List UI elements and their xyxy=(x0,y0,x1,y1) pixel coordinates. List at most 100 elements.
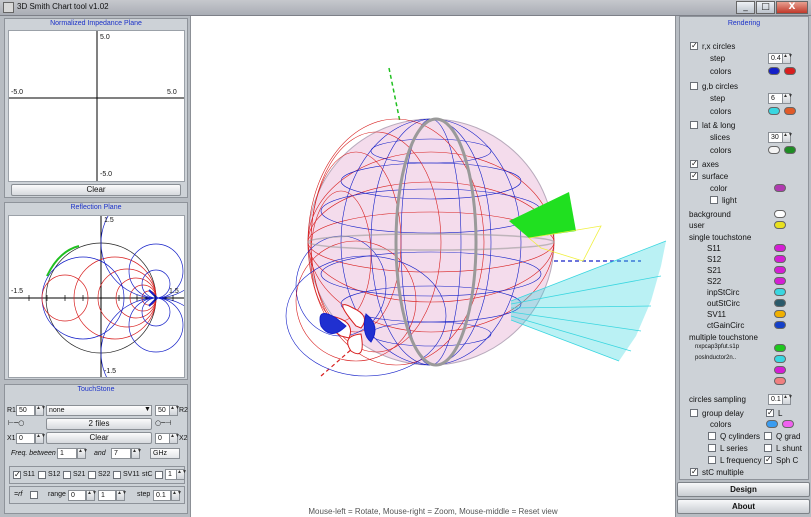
gb-color-2-swatch[interactable] xyxy=(784,107,796,115)
x1-spinner[interactable]: ▲▼ xyxy=(35,433,46,444)
rx-step-input[interactable]: 0.4 xyxy=(768,53,783,64)
group-delay-label: group delay xyxy=(702,409,744,418)
3d-view[interactable] xyxy=(191,16,675,517)
single-ctgaincirc-label: ctGainCirc xyxy=(707,321,745,330)
single-outstcirc-swatch[interactable] xyxy=(774,299,786,307)
range-from-input[interactable]: 0 xyxy=(68,490,86,501)
l-checkbox[interactable]: ✓ xyxy=(766,409,774,417)
l-color-1-swatch[interactable] xyxy=(766,420,778,428)
latlong-color-1-swatch[interactable] xyxy=(768,146,780,154)
single-sv11-label: SV11 xyxy=(707,310,726,319)
single-s22-label: S22 xyxy=(707,277,722,286)
rx-step-spinner[interactable]: ▲▼ xyxy=(782,53,793,64)
touchstone-file-select[interactable]: none xyxy=(46,405,152,416)
freq-from-spinner[interactable]: ▲▼ xyxy=(77,448,88,459)
r2-spinner[interactable]: ▲▼ xyxy=(169,405,180,416)
reflection-plot[interactable]: 1.5 -1.5 1.5 -1.5 xyxy=(8,187,212,409)
impedance-clear-button[interactable]: Clear xyxy=(11,184,181,196)
x2-input[interactable]: 0 xyxy=(155,433,170,444)
multiple-file-2-label: poslnductor2n.. xyxy=(695,355,737,361)
latlong-color-2-swatch[interactable] xyxy=(784,146,796,154)
close-button[interactable]: X xyxy=(776,1,808,14)
l-shunt-checkbox[interactable] xyxy=(764,444,772,452)
range-from-spinner[interactable]: ▲▼ xyxy=(86,490,97,501)
rx-circles-checkbox[interactable]: ✓ xyxy=(690,42,698,50)
latlong-checkbox[interactable] xyxy=(690,121,698,129)
rf-checkbox[interactable] xyxy=(30,491,38,499)
rx-color-1-swatch[interactable] xyxy=(768,67,780,75)
single-ctgaincirc-swatch[interactable] xyxy=(774,321,786,329)
parameter-group: ✓ S11 S12 S21 S22 SV11 stC 1 ▲▼ xyxy=(9,466,187,484)
design-button[interactable]: Design xyxy=(677,482,810,497)
multiple-file-4-swatch[interactable] xyxy=(774,377,786,385)
r1-spinner[interactable]: ▲▼ xyxy=(35,405,46,416)
touchstone-clear-button[interactable]: Clear xyxy=(46,432,152,444)
slices-spinner[interactable]: ▲▼ xyxy=(782,132,793,143)
circles-sampling-input[interactable]: 0.1 xyxy=(768,394,783,405)
axes-checkbox[interactable]: ✓ xyxy=(690,160,698,168)
r2-input[interactable]: 50 xyxy=(155,405,170,416)
stc-spinner[interactable]: ▲▼ xyxy=(176,469,187,480)
files-button[interactable]: 2 files xyxy=(46,418,152,430)
freq-unit-select[interactable]: GHz xyxy=(150,448,180,459)
gb-color-1-swatch[interactable] xyxy=(768,107,780,115)
s11-checkbox[interactable]: ✓ xyxy=(13,471,21,479)
q-grad-checkbox[interactable] xyxy=(764,432,772,440)
stc-multiple-checkbox[interactable]: ✓ xyxy=(690,468,698,476)
circles-sampling-label: circles sampling xyxy=(689,395,746,404)
freq-to-spinner[interactable]: ▲▼ xyxy=(131,448,142,459)
freq-to-input[interactable]: 7 xyxy=(111,448,131,459)
sv11-checkbox[interactable] xyxy=(113,471,121,479)
single-sv11-swatch[interactable] xyxy=(774,310,786,318)
r1-input[interactable]: 50 xyxy=(16,405,35,416)
q-cylinders-checkbox[interactable] xyxy=(708,432,716,440)
single-s22-swatch[interactable] xyxy=(774,277,786,285)
multiple-file-1-swatch[interactable] xyxy=(774,344,786,352)
surface-color-swatch[interactable] xyxy=(774,184,786,192)
s22-checkbox[interactable] xyxy=(88,471,96,479)
l-series-checkbox[interactable] xyxy=(708,444,716,452)
smith-sphere-render xyxy=(285,67,667,377)
single-inpstcirc-swatch[interactable] xyxy=(774,288,786,296)
range-to-spinner[interactable]: ▲▼ xyxy=(116,490,127,501)
gb-circles-checkbox[interactable] xyxy=(690,82,698,90)
user-color-swatch[interactable] xyxy=(774,221,786,229)
range-to-input[interactable]: 1 xyxy=(98,490,116,501)
stc-checkbox[interactable] xyxy=(155,471,163,479)
reflection-tick-top: 1.5 xyxy=(104,217,114,224)
about-button[interactable]: About xyxy=(677,499,810,514)
single-s12-swatch[interactable] xyxy=(774,255,786,263)
impedance-plot[interactable]: 5.0 -5.0 5.0 -5.0 xyxy=(8,30,185,182)
multiple-file-3-swatch[interactable] xyxy=(774,366,786,374)
single-s21-swatch[interactable] xyxy=(774,266,786,274)
background-color-swatch[interactable] xyxy=(774,210,786,218)
freq-from-input[interactable]: 1 xyxy=(57,448,77,459)
circles-sampling-spinner[interactable]: ▲▼ xyxy=(782,394,793,405)
l-color-2-swatch[interactable] xyxy=(782,420,794,428)
sph-c-checkbox[interactable]: ✓ xyxy=(764,456,772,464)
slices-input[interactable]: 30 xyxy=(768,132,783,143)
minimize-button[interactable]: _ xyxy=(736,1,755,14)
s12-checkbox[interactable] xyxy=(38,471,46,479)
s12-label: S12 xyxy=(48,471,61,478)
x1-input[interactable]: 0 xyxy=(16,433,35,444)
maximize-button[interactable]: □ xyxy=(756,1,775,14)
touchstone-section: TouchStone R1 50 ▲▼ none ▼ 50 ▲▼ R2 ⊢─○ … xyxy=(4,384,188,514)
step-input[interactable]: 0.1 xyxy=(153,490,171,501)
port2-slider-icon[interactable]: ○─⊣ xyxy=(155,419,171,427)
multiple-file-2-swatch[interactable] xyxy=(774,355,786,363)
port1-slider-icon[interactable]: ⊢─○ xyxy=(8,419,24,427)
s21-checkbox[interactable] xyxy=(63,471,71,479)
l-frequency-checkbox[interactable] xyxy=(708,456,716,464)
gb-step-input[interactable]: 6 xyxy=(768,93,783,104)
rx-color-2-swatch[interactable] xyxy=(784,67,796,75)
light-checkbox[interactable] xyxy=(710,196,718,204)
x2-spinner[interactable]: ▲▼ xyxy=(169,433,180,444)
dropdown-chevron-icon: ▼ xyxy=(144,406,151,413)
group-delay-checkbox[interactable] xyxy=(690,409,698,417)
step-spinner[interactable]: ▲▼ xyxy=(171,490,182,501)
single-s11-swatch[interactable] xyxy=(774,244,786,252)
surface-checkbox[interactable]: ✓ xyxy=(690,172,698,180)
gb-step-spinner[interactable]: ▲▼ xyxy=(782,93,793,104)
single-touchstone-label: single touchstone xyxy=(689,233,752,242)
